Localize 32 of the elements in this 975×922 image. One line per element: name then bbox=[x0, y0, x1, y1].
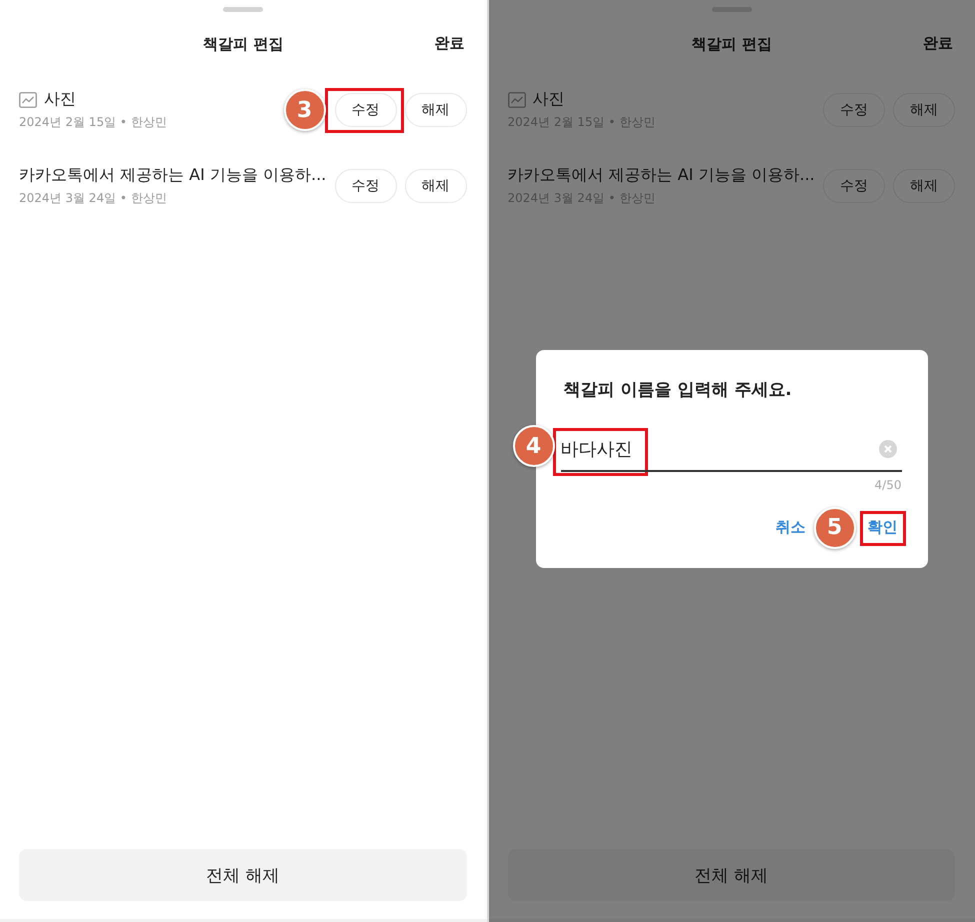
edit-button[interactable]: 수정 bbox=[823, 169, 885, 203]
bookmark-title: 카카오톡에서 제공하는 AI 기능을 이용하... bbox=[19, 165, 326, 186]
clear-all-button[interactable]: 전체 해제 bbox=[508, 849, 955, 901]
cancel-button[interactable]: 취소 bbox=[774, 514, 808, 541]
step-badge: 4 bbox=[512, 425, 554, 467]
bookmark-title: 사진 bbox=[44, 89, 76, 110]
edit-button[interactable]: 수정 bbox=[334, 169, 396, 203]
sheet-title: 책갈피 편집 bbox=[203, 34, 284, 54]
done-button[interactable]: 완료 bbox=[923, 34, 953, 53]
remove-button[interactable]: 해제 bbox=[404, 93, 466, 127]
image-icon bbox=[19, 92, 37, 108]
dialog-title: 책갈피 이름을 입력해 주세요. bbox=[564, 379, 793, 401]
bookmark-meta: 2024년 3월 24일 • 한상민 bbox=[19, 190, 168, 207]
done-button[interactable]: 완료 bbox=[434, 34, 464, 53]
character-counter: 4/50 bbox=[874, 478, 902, 492]
remove-button[interactable]: 해제 bbox=[893, 93, 955, 127]
remove-button[interactable]: 해제 bbox=[893, 169, 955, 203]
confirm-button[interactable]: 확인 bbox=[866, 514, 900, 541]
drag-handle[interactable] bbox=[223, 7, 264, 12]
edit-button[interactable]: 수정 bbox=[334, 93, 396, 127]
bookmark-title: 사진 bbox=[532, 89, 564, 110]
clear-icon[interactable] bbox=[878, 440, 896, 458]
bookmark-title: 카카오톡에서 제공하는 AI 기능을 이용하... bbox=[508, 165, 815, 186]
clear-all-button[interactable]: 전체 해제 bbox=[19, 849, 466, 901]
input-field[interactable]: 바다사진 bbox=[560, 428, 902, 472]
step-badge: 5 bbox=[814, 506, 856, 548]
remove-button[interactable]: 해제 bbox=[404, 169, 466, 203]
edit-button[interactable]: 수정 bbox=[823, 93, 885, 127]
step-badge: 3 bbox=[284, 89, 326, 131]
image-icon bbox=[508, 92, 526, 108]
sheet-title: 책갈피 편집 bbox=[692, 34, 772, 54]
bookmark-meta: 2024년 2월 15일 • 한상민 bbox=[19, 114, 168, 131]
